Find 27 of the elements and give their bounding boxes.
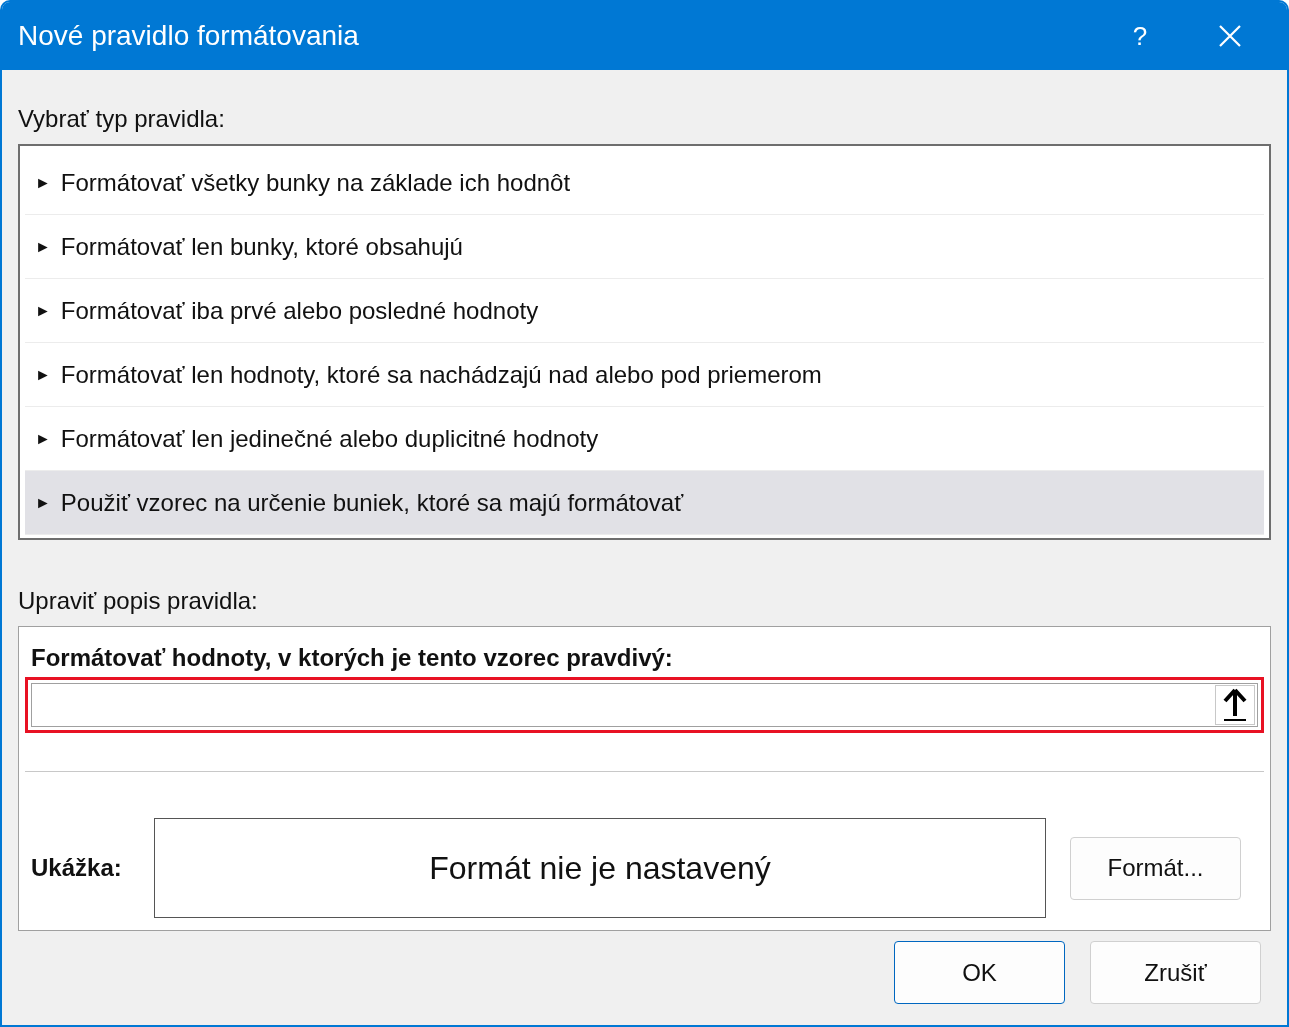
rule-type-label: Formátovať iba prvé alebo posledné hodnoty [60,295,539,326]
preview-label: Ukážka: [31,853,123,883]
arrow-marker: ► [35,364,51,385]
arrow-up-icon [1222,688,1248,722]
formula-label: Formátovať hodnoty, v ktorých je tento vzorec pravdivý: [31,643,674,673]
rule-type-label: Formátovať len bunky, ktoré obsahujú [60,231,463,262]
rule-type-label: Formátovať len hodnoty, ktoré sa nachádzajú nad alebo pod priemerom [60,359,822,390]
rule-type-label: Použiť vzorec na určenie buniek, ktoré sa majú formátovať [60,487,684,518]
arrow-marker: ► [35,300,51,321]
section-label: Upraviť popis pravidla: [18,586,259,616]
rule-type-label: Formátovať všetky bunky na základe ich hodnôt [60,167,571,198]
ok-button[interactable]: OK [894,941,1065,1004]
rule-type-item[interactable]: ► Použiť vzorec na určenie buniek, ktoré sa majú formátovať [25,471,1264,535]
format-button[interactable]: Formát... [1070,836,1241,900]
section-label: Vybrať typ pravidla: [18,104,226,134]
preview-text: Formát nie je nastavený [429,849,771,888]
collapse-dialog-button[interactable] [1215,685,1255,725]
formula-input-field[interactable] [31,683,1258,727]
window-title: Nové pravidlo formátovania [18,19,360,53]
close-icon [1219,25,1241,47]
help-button[interactable]: ? [1115,16,1165,56]
arrow-marker: ► [35,236,51,257]
arrow-marker: ► [35,492,51,513]
arrow-marker: ► [35,172,51,193]
cancel-button[interactable]: Zrušiť [1090,941,1261,1004]
rule-type-label: Formátovať len jedinečné alebo duplicitné hodnoty [60,423,599,454]
arrow-marker: ► [35,428,51,449]
